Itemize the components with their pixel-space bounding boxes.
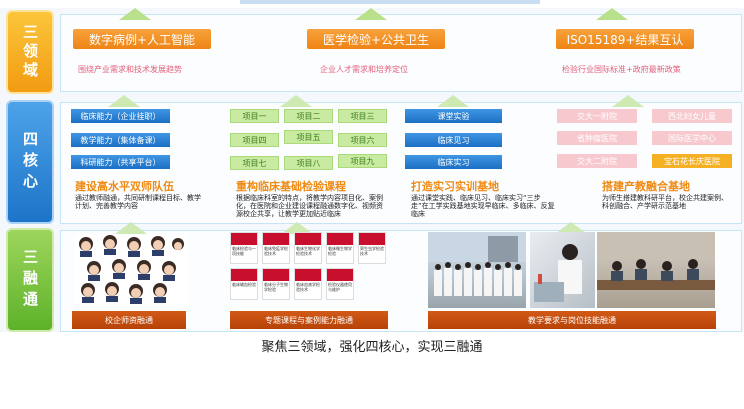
hospital-2: 西北妇女儿童: [652, 109, 732, 123]
hospital-1: 交大一附院: [557, 109, 637, 123]
faculty-photo-collage: [74, 234, 188, 306]
project-1: 项目一: [230, 109, 279, 123]
practice-lab: 课堂实验: [405, 109, 502, 123]
core-arrow-4: [612, 95, 644, 107]
lab-photo: [530, 232, 595, 308]
fusion-caption-3: 教学要求与岗位技能融通: [428, 311, 716, 329]
domain-title-2: 医学检验+公共卫生: [307, 29, 445, 49]
core-desc-2: 根据临床科室的特点，将教学内容项目化、案例化，在医院和企业建设课程融通数字化、视…: [236, 194, 383, 218]
core-arrow-2: [280, 95, 312, 107]
core-desc-4: 为师生搭建教科研平台，校企共建案例、科创融合、产学研示范基地: [602, 194, 728, 210]
ability-clinical: 临床能力（企业挂职）: [71, 109, 170, 123]
domain-desc-2: 企业人才需求和培养定位: [320, 65, 408, 74]
course-card: 寄生虫学检验技术: [358, 232, 386, 264]
practice-observation: 临床见习: [405, 133, 502, 147]
fusions-label: 三融通: [6, 228, 54, 332]
project-8: 项目八: [284, 156, 333, 170]
course-card: 临床检验与一项技能: [230, 232, 258, 264]
domain-title-1: 数字病例+人工智能: [73, 29, 211, 49]
core-arrow-1: [108, 95, 140, 107]
practice-internship: 临床实习: [405, 155, 502, 169]
meeting-photo: [597, 232, 715, 308]
course-card: 临床免疫学检验技术: [262, 232, 290, 264]
course-card: 临床微生物学检验: [326, 232, 354, 264]
hospital-3: 省肿瘤医院: [557, 131, 637, 145]
core-heading-1: 建设高水平双师队伍: [75, 180, 174, 193]
domains-label: 三领域: [6, 10, 54, 94]
hospital-5: 交大二附院: [557, 154, 637, 168]
cores-label: 四核心: [6, 100, 54, 224]
course-cards: 临床检验与一项技能 临床免疫学检验技术 临床生物化学检验技术 临床微生物学检验 …: [230, 232, 390, 306]
project-3: 项目三: [338, 109, 387, 123]
core-heading-4: 搭建产教融合基地: [602, 180, 690, 193]
course-card: 临床生物化学检验技术: [294, 232, 322, 264]
domains-panel: [60, 14, 742, 92]
fusion-caption-1: 校企师资融通: [72, 311, 186, 329]
core-heading-3: 打造实习实训基地: [411, 180, 499, 193]
project-7: 项目七: [230, 156, 279, 170]
footer-slogan: 聚焦三领域，强化四核心，实现三融通: [261, 340, 483, 355]
project-9: 项目九: [338, 154, 387, 168]
fusion-caption-2: 专题课程与案例能力融通: [230, 311, 388, 329]
course-card: 临床分子生物学检验: [262, 268, 290, 300]
course-card: 检验仪器使用与维护: [326, 268, 354, 300]
course-card: 临床血液学检验技术: [294, 268, 322, 300]
domain-desc-3: 检验行业国际标准+政府最新政策: [562, 65, 681, 74]
core-desc-1: 通过教师融通，共同研制课程目标、教学计划、完善教学内容: [75, 194, 201, 210]
domain-arrow-3: [596, 8, 628, 20]
project-5: 项目五: [284, 130, 333, 144]
top-strip: [240, 0, 540, 4]
domain-desc-1: 围绕产业需求和技术发展趋势: [78, 65, 182, 74]
core-heading-2: 重构临床基础检验课程: [236, 180, 346, 193]
project-6: 项目六: [338, 133, 387, 147]
ability-research: 科研能力（共享平台）: [71, 155, 170, 169]
core-desc-3: 通过课堂实践、临床见习、临床实习“三步走”在工学实践基地实现早临床、多临床、反复…: [411, 194, 555, 218]
ability-teaching: 教学能力（集体备课）: [71, 133, 170, 147]
hospital-6: 宝石花长庆医院: [652, 154, 732, 168]
domain-arrow-2: [355, 8, 387, 20]
core-arrow-3: [437, 95, 469, 107]
course-card: 临床输血检验: [230, 268, 258, 300]
domain-arrow-1: [119, 8, 151, 20]
hospital-4: 国际医学中心: [652, 131, 732, 145]
fusion-arrow-1: [115, 222, 147, 234]
project-4: 项目四: [230, 133, 279, 147]
domain-title-3: ISO15189+结果互认: [556, 29, 694, 49]
project-2: 项目二: [284, 109, 333, 123]
group-photo: [428, 232, 526, 308]
